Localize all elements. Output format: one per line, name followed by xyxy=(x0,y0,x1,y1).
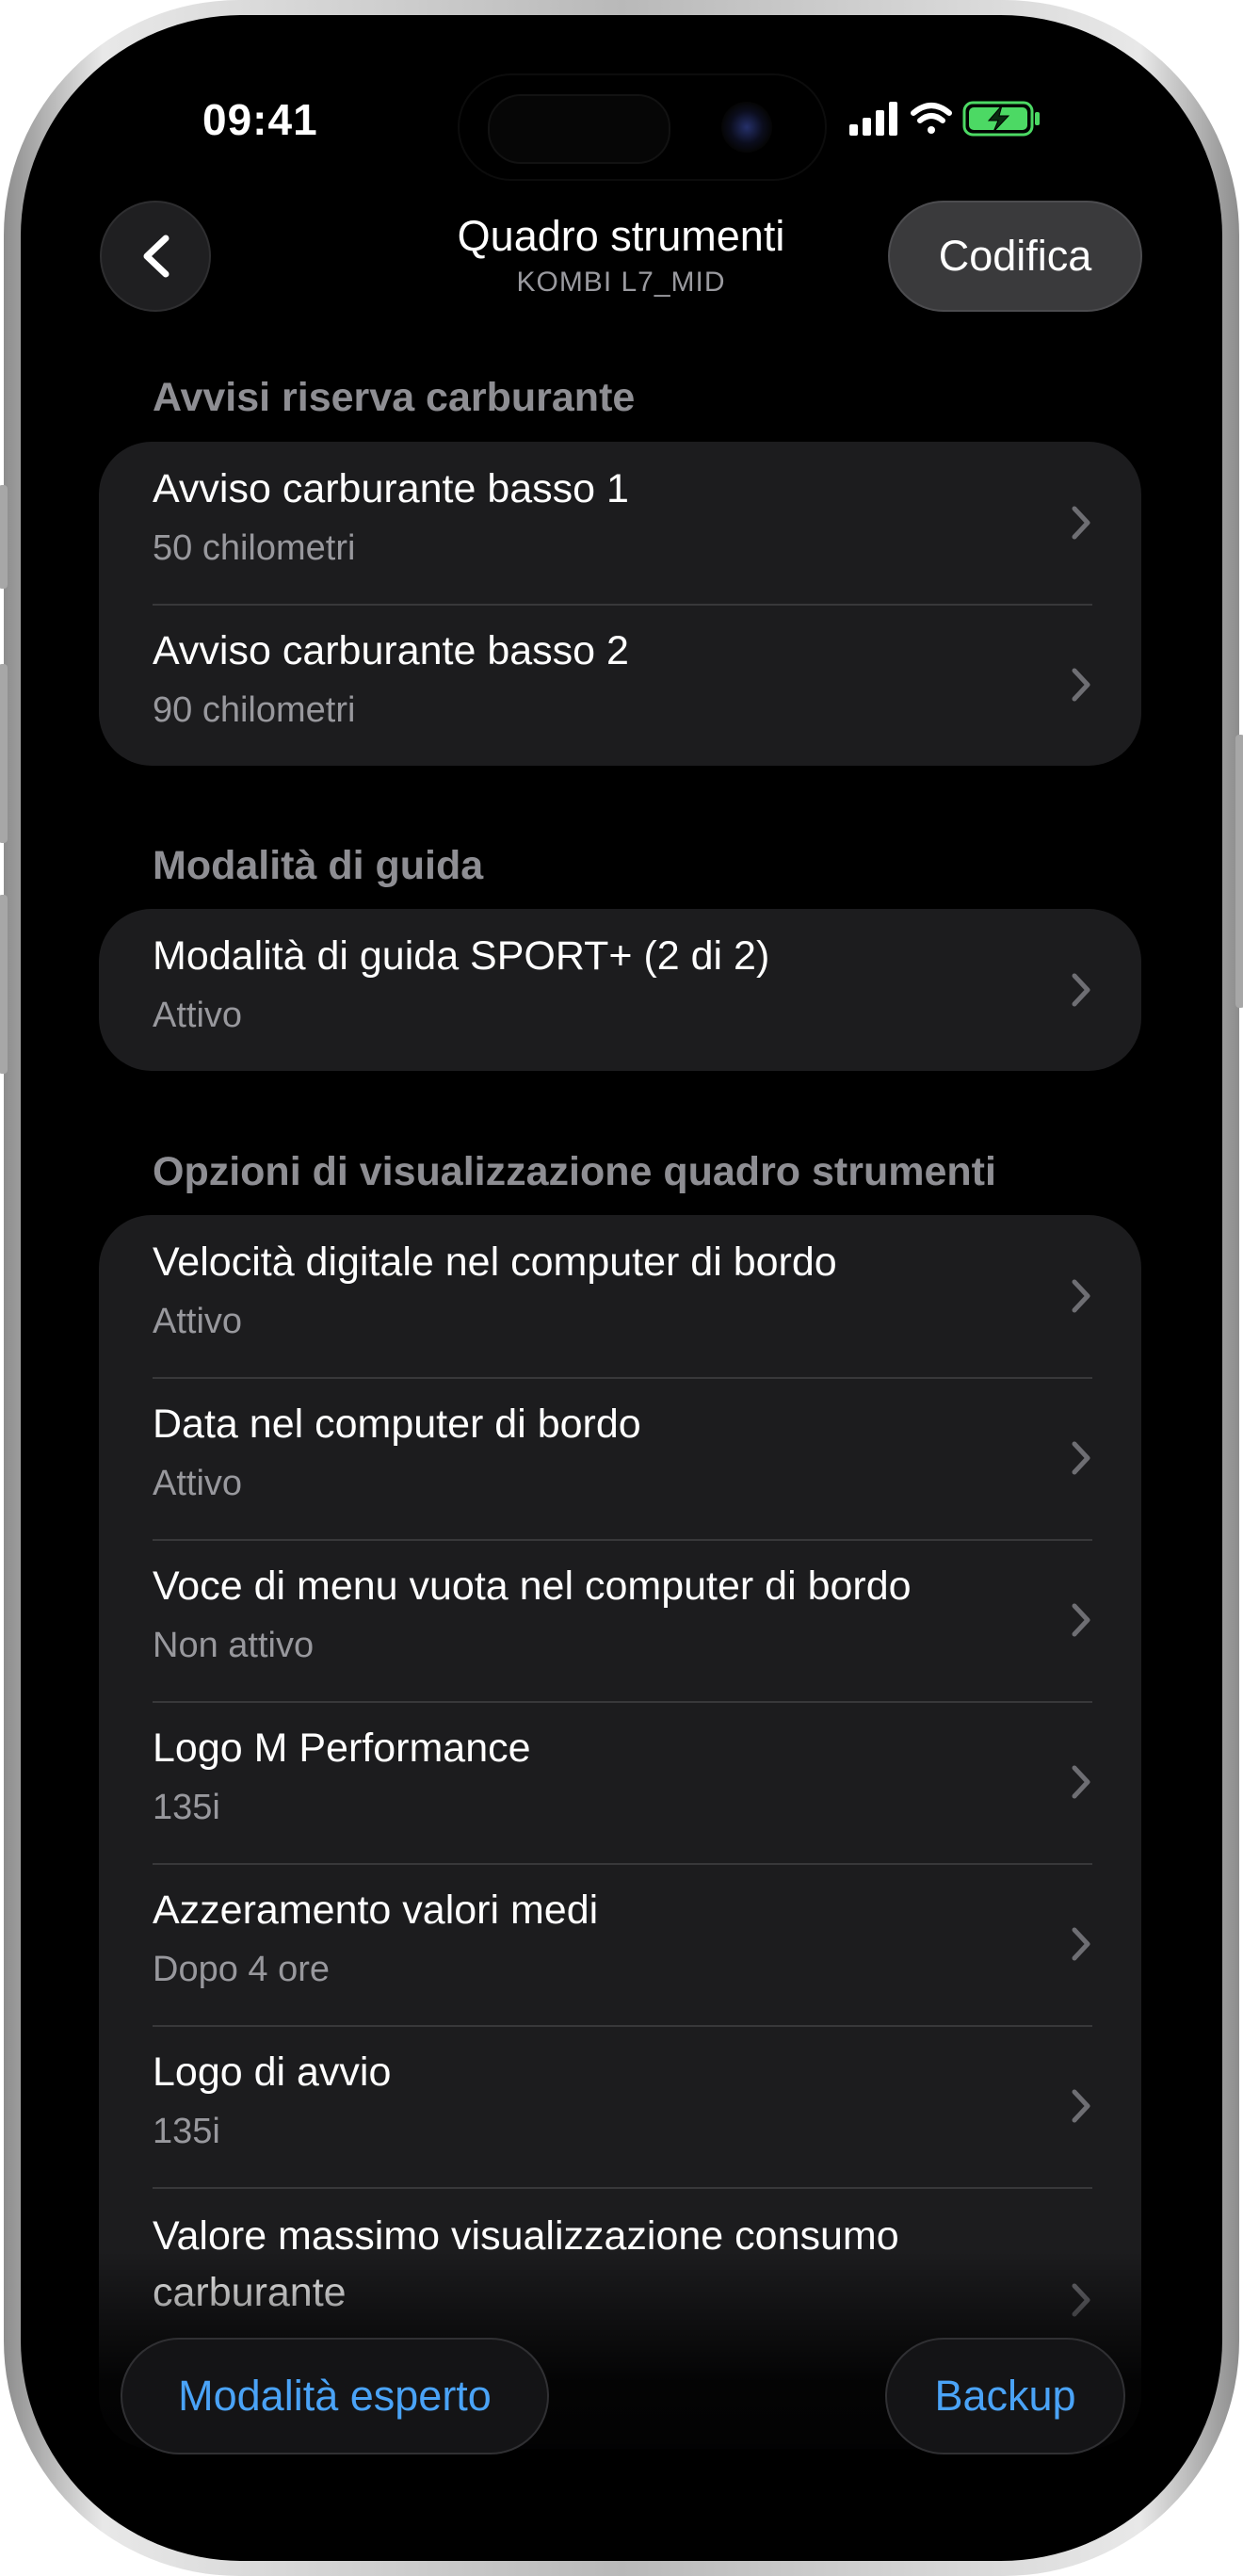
row-value: Attivo xyxy=(153,996,243,1035)
row-value: Non attivo xyxy=(153,1626,315,1665)
chevron-right-icon xyxy=(1072,1441,1090,1475)
list-item-m-performance-logo[interactable]: Logo M Performance 135i xyxy=(99,1701,1141,1863)
status-icons xyxy=(849,100,1047,138)
chevron-right-icon xyxy=(1072,1603,1090,1637)
list-item-date[interactable]: Data nel computer di bordo Attivo xyxy=(99,1377,1141,1539)
chevron-right-icon xyxy=(1072,506,1090,540)
row-title: Avviso carburante basso 2 xyxy=(153,628,629,673)
list-item-digital-speed[interactable]: Velocità digitale nel computer di bordo … xyxy=(99,1215,1141,1377)
expert-mode-button[interactable]: Modalità esperto xyxy=(121,2338,549,2454)
codifica-button[interactable]: Codifica xyxy=(888,201,1142,312)
list-item-fuel-warning-2[interactable]: Avviso carburante basso 2 90 chilometri xyxy=(99,604,1141,766)
screen: 09:41 Quadro strumenti KOMBI L7_MID Codi… xyxy=(40,38,1203,2538)
section-header-driving-mode: Modalità di guida xyxy=(153,843,484,888)
volume-up-button xyxy=(0,664,8,843)
row-value: 90 chilometri xyxy=(153,690,356,730)
row-title: Modalità di guida SPORT+ (2 di 2) xyxy=(153,933,770,979)
island-pill xyxy=(488,94,670,164)
chevron-right-icon xyxy=(1072,668,1090,702)
list-item-empty-menu-entry[interactable]: Voce di menu vuota nel computer di bordo… xyxy=(99,1539,1141,1701)
list-item-average-reset[interactable]: Azzeramento valori medi Dopo 4 ore xyxy=(99,1863,1141,2025)
row-value: 135i xyxy=(153,2112,220,2151)
chevron-right-icon xyxy=(1072,1279,1090,1313)
section-header-display-options: Opzioni di visualizzazione quadro strume… xyxy=(153,1149,996,1194)
row-value: Attivo xyxy=(153,1302,243,1341)
row-title: Azzeramento valori medi xyxy=(153,1887,599,1933)
row-title: Logo di avvio xyxy=(153,2049,392,2095)
section-header-fuel-warnings: Avvisi riserva carburante xyxy=(153,375,636,420)
volume-down-button xyxy=(0,895,8,1074)
row-title: Avviso carburante basso 1 xyxy=(153,466,629,511)
card-display-options: Velocità digitale nel computer di bordo … xyxy=(99,1215,1141,2449)
chevron-right-icon xyxy=(1072,973,1090,1007)
row-title: Valore massimo visualizzazione consumo c… xyxy=(153,2213,899,2315)
row-value: 135i xyxy=(153,1788,220,1827)
dynamic-island xyxy=(460,75,825,179)
action-button xyxy=(0,485,8,589)
row-value: Attivo xyxy=(153,1464,243,1503)
card-fuel-warnings: Avviso carburante basso 1 50 chilometri … xyxy=(99,442,1141,766)
battery-charging-icon xyxy=(962,101,1040,137)
camera-icon xyxy=(721,102,772,153)
wifi-icon xyxy=(911,103,952,134)
row-title: Velocità digitale nel computer di bordo xyxy=(153,1239,837,1285)
chevron-right-icon xyxy=(1072,2089,1090,2123)
row-title: Logo M Performance xyxy=(153,1725,531,1771)
row-value: Dopo 4 ore xyxy=(153,1950,331,1989)
list-item-sport-plus[interactable]: Modalità di guida SPORT+ (2 di 2) Attivo xyxy=(99,909,1141,1071)
chevron-right-icon xyxy=(1072,1765,1090,1799)
status-time: 09:41 xyxy=(202,95,318,144)
backup-button[interactable]: Backup xyxy=(885,2338,1125,2454)
row-title: Data nel computer di bordo xyxy=(153,1401,641,1447)
list-item-startup-logo[interactable]: Logo di avvio 135i xyxy=(99,2025,1141,2187)
cellular-signal-icon xyxy=(849,102,897,136)
chevron-right-icon xyxy=(1072,1927,1090,1961)
chevron-right-icon xyxy=(1072,2283,1090,2317)
card-driving-mode: Modalità di guida SPORT+ (2 di 2) Attivo xyxy=(99,909,1141,1071)
row-title: Voce di menu vuota nel computer di bordo xyxy=(153,1563,912,1609)
power-button xyxy=(1235,735,1243,1008)
list-item-fuel-warning-1[interactable]: Avviso carburante basso 1 50 chilometri xyxy=(99,442,1141,604)
row-value: 50 chilometri xyxy=(153,528,356,568)
